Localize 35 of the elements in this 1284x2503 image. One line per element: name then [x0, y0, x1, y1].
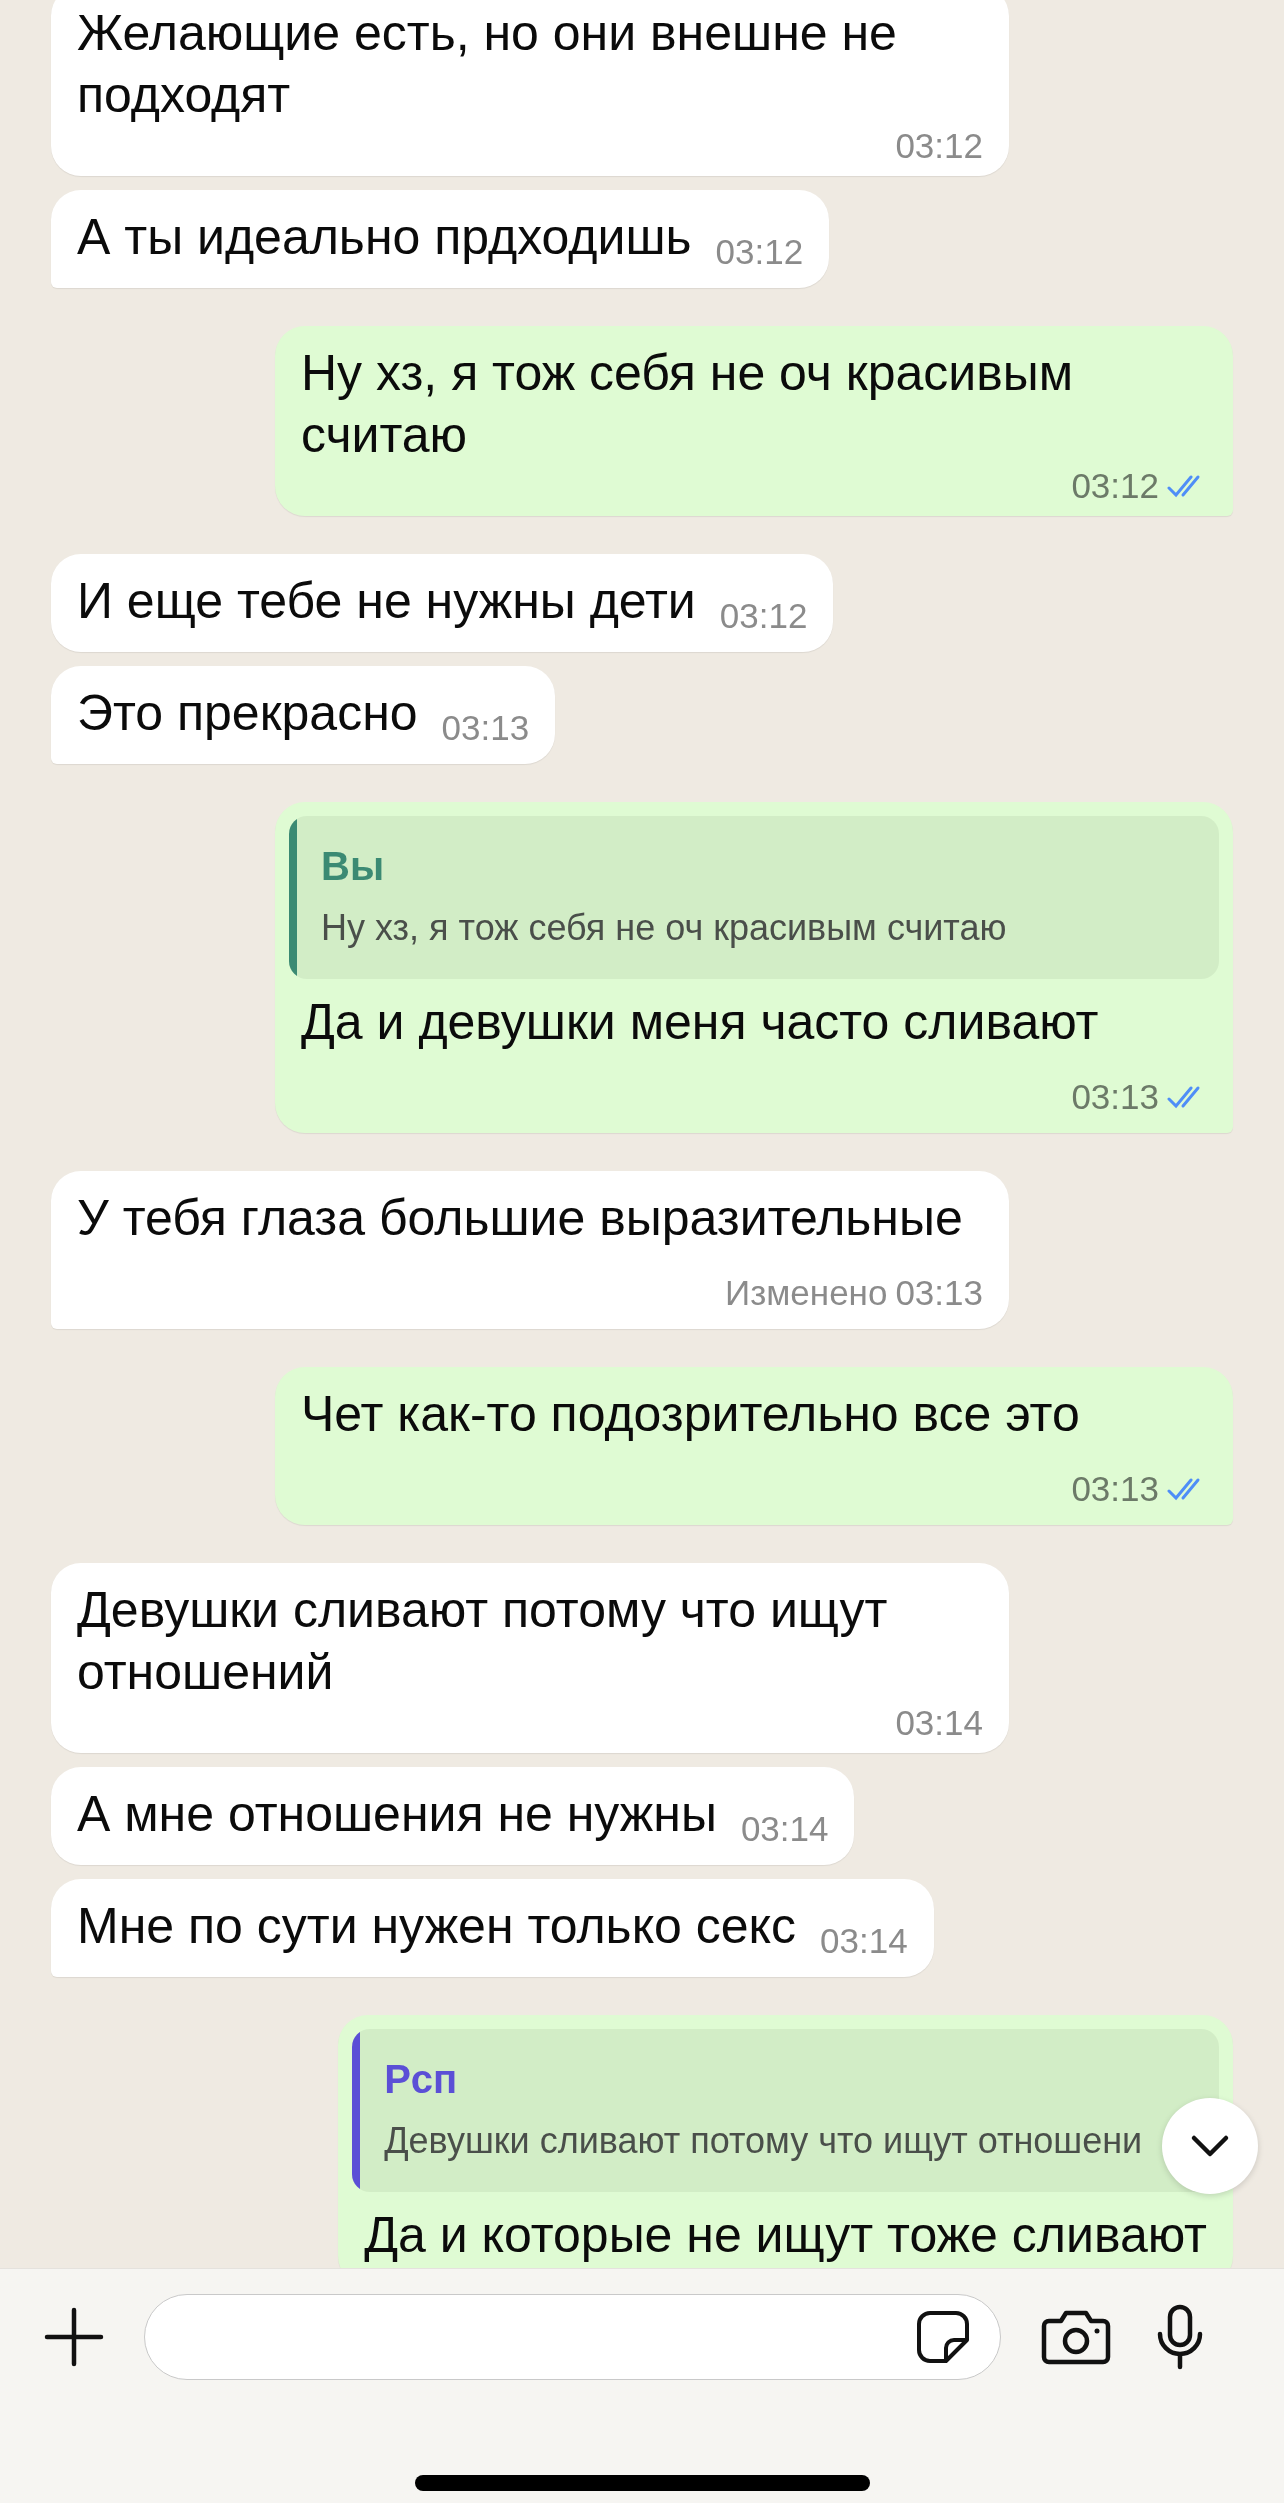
message-text: У тебя глаза большие выразительные	[77, 1189, 963, 1248]
message-text: Мне по сути нужен только секс	[77, 1897, 797, 1956]
message-text: А мне отношения не нужны	[77, 1785, 717, 1844]
message-time: 03:12	[719, 596, 808, 636]
message-text: А ты идеально прдходишь	[77, 208, 692, 267]
message-time: 03:12	[895, 126, 983, 166]
message-text: Чет как-то подозрительно все это	[301, 1385, 1080, 1444]
quote-author: Вы	[321, 844, 386, 889]
message-time: 03:13	[1071, 1469, 1159, 1509]
sticker-icon[interactable]	[916, 2310, 970, 2364]
message-text: Да и которые не ищут тоже сливают	[364, 2206, 1207, 2265]
message-text: Девушки сливают потому что ищут отношений	[77, 1581, 889, 1702]
message-time: 03:12	[1071, 466, 1159, 506]
message-time: 03:13	[895, 1273, 983, 1313]
message-time: 03:14	[740, 1809, 829, 1849]
quoted-message[interactable]: Рсп Девушки сливают потому что ищут отношени	[352, 2029, 1219, 2192]
quoted-message[interactable]: Вы Ну хз, я тож себя не оч красивым считаю	[289, 816, 1219, 979]
message-time: 03:14	[820, 1921, 908, 1961]
quote-author: Рсп	[384, 2057, 459, 2102]
message-text: И еще тебе не нужны дети	[77, 572, 696, 631]
quote-text: Ну хз, я тож себя не оч красивым считаю	[321, 907, 1007, 949]
message-time: 03:14	[895, 1703, 983, 1743]
message-text: Да и девушки меня часто сливают	[301, 993, 1099, 1052]
message-text: Желающие есть, но они внешне не подходят	[77, 4, 898, 125]
chevron-down-icon	[1190, 2134, 1230, 2158]
edited-label: Изменено	[725, 1273, 888, 1313]
message-time: 03:13	[441, 708, 530, 748]
microphone-icon[interactable]	[1155, 2304, 1205, 2370]
message-time: 03:13	[1071, 1077, 1159, 1117]
message-time: 03:12	[715, 232, 804, 272]
message-text: Это прекрасно	[77, 684, 418, 743]
camera-icon[interactable]	[1041, 2309, 1111, 2365]
message-text: Ну хз, я тож себя не оч красивым считаю	[301, 344, 1075, 465]
plus-icon[interactable]	[44, 2307, 104, 2367]
quote-text: Девушки сливают потому что ищут отношени	[384, 2120, 1143, 2162]
